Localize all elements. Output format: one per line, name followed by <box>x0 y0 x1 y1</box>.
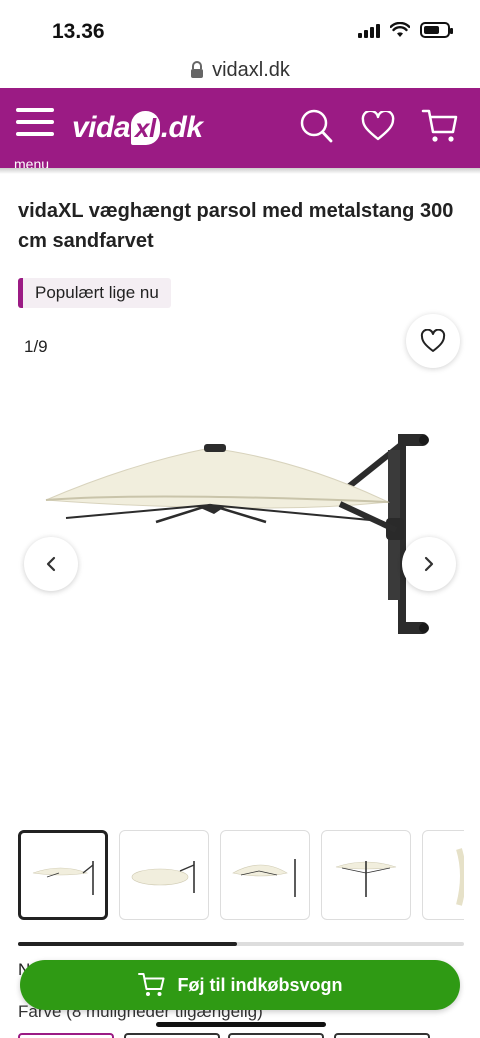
color-swatch[interactable] <box>228 1033 324 1038</box>
menu-icon-bar <box>16 132 54 136</box>
thumbnail-4[interactable] <box>321 830 411 920</box>
battery-fill <box>424 26 439 34</box>
menu-button[interactable]: menu <box>14 106 58 172</box>
thumbnail-3[interactable] <box>220 830 310 920</box>
lock-icon <box>191 61 204 78</box>
wifi-icon <box>390 22 410 37</box>
vidaxl-logo[interactable]: vida xl .dk <box>72 106 203 150</box>
url-bar[interactable]: vidaxl.dk <box>0 52 480 88</box>
cart-header-button[interactable] <box>420 106 460 146</box>
color-swatch[interactable] <box>334 1033 430 1038</box>
thumbnail-image <box>131 861 195 893</box>
thumbnail-image <box>456 848 464 906</box>
header-icons <box>296 106 460 146</box>
battery-icon <box>420 22 453 38</box>
status-time: 13.36 <box>52 20 105 43</box>
status-icons <box>358 22 453 38</box>
url-text: vidaxl.dk <box>212 58 290 81</box>
thumbnail-scrollbar-thumb[interactable] <box>18 942 237 946</box>
cart-icon <box>137 973 164 996</box>
add-to-cart-button[interactable]: Føj til indkøbsvogn <box>20 960 460 1010</box>
thumbnail-5[interactable] <box>422 830 464 920</box>
menu-icon <box>16 108 54 112</box>
popular-badge: Populært lige nu <box>18 278 171 308</box>
home-indicator <box>156 1022 326 1027</box>
previous-image-button[interactable] <box>24 537 78 591</box>
thumbnail-1[interactable] <box>18 830 108 920</box>
search-icon <box>300 109 333 143</box>
thumbnail-strip[interactable] <box>18 830 464 924</box>
cart-icon <box>421 109 458 142</box>
image-counter: 1/9 <box>24 337 48 356</box>
chevron-left-icon <box>46 556 56 572</box>
add-to-cart-label: Føj til indkøbsvogn <box>177 974 343 995</box>
color-swatch[interactable] <box>18 1033 114 1038</box>
search-button[interactable] <box>296 106 336 146</box>
menu-icon-bar <box>16 120 54 124</box>
logo-prefix: vida <box>72 111 131 144</box>
header-shadow <box>0 168 480 174</box>
thumbnail-image <box>232 859 296 897</box>
status-bar: 13.36 <box>0 0 480 56</box>
site-header: menu vida xl .dk <box>0 88 480 172</box>
wishlist-button[interactable] <box>358 106 398 146</box>
color-swatch[interactable] <box>124 1033 220 1038</box>
heart-icon <box>420 329 446 352</box>
thumbnail-scrollbar[interactable] <box>18 942 464 946</box>
heart-icon <box>361 111 395 141</box>
thumbnail-2[interactable] <box>119 830 209 920</box>
chevron-right-icon <box>424 556 434 572</box>
logo-mark: xl <box>131 111 160 145</box>
add-to-wishlist-button[interactable] <box>406 314 460 368</box>
logo-suffix: .dk <box>160 111 203 144</box>
thumbnail-image <box>335 861 397 897</box>
product-title: vidaXL væghængt parsol med metalstang 30… <box>18 200 454 252</box>
thumbnail-image <box>32 861 94 895</box>
signal-icon <box>358 22 380 38</box>
next-image-button[interactable] <box>402 537 456 591</box>
